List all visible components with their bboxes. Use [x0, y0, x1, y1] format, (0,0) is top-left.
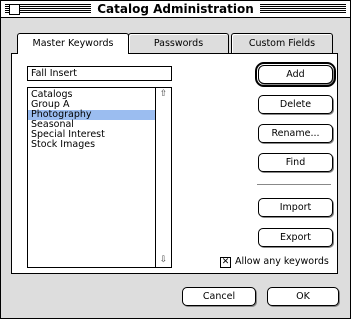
allow-keywords-checkbox[interactable]: ✕ [220, 257, 231, 268]
rename-button[interactable]: Rename... [258, 124, 333, 143]
import-button[interactable]: Import [258, 198, 333, 217]
scroll-down-arrow-icon[interactable]: ⇩ [158, 255, 169, 266]
window-title: Catalog Administration [1, 2, 350, 16]
scroll-up-arrow-icon[interactable]: ⇧ [158, 89, 169, 100]
button-divider [257, 184, 331, 186]
tab-custom-fields[interactable]: Custom Fields [231, 33, 333, 53]
tab-master-keywords[interactable]: Master Keywords [17, 33, 129, 54]
list-scrollbar[interactable]: ⇧ ⇩ [155, 88, 171, 267]
delete-button[interactable]: Delete [258, 95, 333, 114]
cancel-button[interactable]: Cancel [182, 287, 256, 306]
tab-passwords[interactable]: Passwords [128, 33, 229, 53]
export-button[interactable]: Export [258, 228, 333, 247]
list-item[interactable]: Stock Images [28, 140, 156, 150]
allow-keywords-label: Allow any keywords [235, 256, 329, 267]
find-button[interactable]: Find [258, 153, 333, 172]
ok-button[interactable]: OK [267, 287, 339, 306]
add-button[interactable]: Add [255, 62, 336, 87]
keyword-input[interactable]: Fall Insert [27, 66, 172, 81]
catalog-admin-dialog: Catalog Administration Master Keywords P… [0, 0, 351, 319]
keyword-list[interactable]: Catalogs Group A Photography Seasonal Sp… [27, 87, 172, 268]
title-bar[interactable]: Catalog Administration [1, 1, 350, 18]
keyword-list-items: Catalogs Group A Photography Seasonal Sp… [28, 90, 156, 150]
